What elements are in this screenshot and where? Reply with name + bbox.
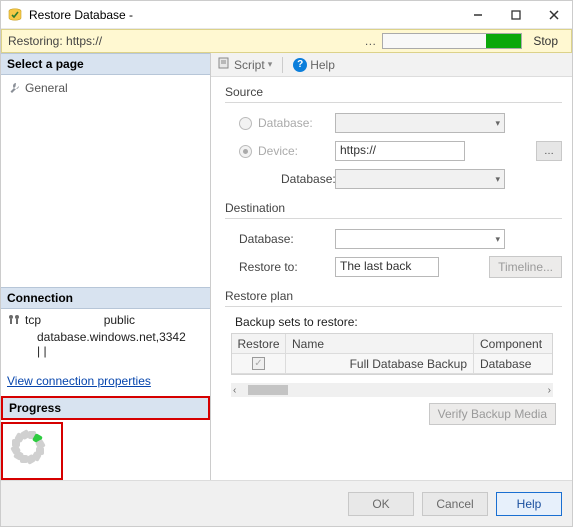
restoring-strip: Restoring: https:// … Stop xyxy=(1,29,572,53)
col-restore: Restore xyxy=(232,334,286,354)
source-device-textbox[interactable]: https:// xyxy=(335,141,465,161)
ok-button[interactable]: OK xyxy=(348,492,414,516)
browse-device-button[interactable]: … xyxy=(536,141,562,161)
col-component: Component xyxy=(474,334,552,354)
connection-header: Connection xyxy=(1,287,210,309)
minimize-button[interactable] xyxy=(460,5,496,25)
table-row[interactable]: Full Database Backup Database xyxy=(232,354,552,374)
source-inner-database-combo[interactable]: ▾ xyxy=(335,169,505,189)
chevron-down-icon: ▾ xyxy=(268,59,273,70)
ellipsis-icon: … xyxy=(364,34,376,48)
restore-to-value: The last back xyxy=(340,259,411,273)
progress-section: Progress xyxy=(1,396,210,480)
script-label: Script xyxy=(234,58,265,72)
help-button[interactable]: ? Help xyxy=(293,58,335,72)
source-inner-database-label: Database: xyxy=(225,172,335,186)
restore-to-textbox[interactable]: The last back xyxy=(335,257,439,277)
view-connection-properties-link[interactable]: View connection properties xyxy=(7,374,204,388)
scroll-thumb[interactable] xyxy=(248,385,288,395)
restore-plan-group: Restore plan Backup sets to restore: Res… xyxy=(225,289,562,425)
stop-button[interactable]: Stop xyxy=(526,32,565,50)
window-title: Restore Database - xyxy=(29,8,458,22)
col-name: Name xyxy=(286,334,474,354)
nav-item-general-label: General xyxy=(25,81,68,95)
left-pane: Select a page General Connection xyxy=(1,53,211,480)
destination-database-label: Database: xyxy=(225,232,335,246)
restore-plan-group-title: Restore plan xyxy=(225,289,562,307)
source-group: Source Database: ▾ Device: xyxy=(225,85,562,191)
progress-header: Progress xyxy=(3,398,208,418)
chevron-left-icon: ‹ xyxy=(233,385,236,396)
row-restore-checkbox[interactable] xyxy=(252,357,265,370)
source-database-radio xyxy=(239,117,252,130)
chevron-right-icon: › xyxy=(548,385,551,396)
script-button[interactable]: Script ▾ xyxy=(217,56,272,73)
source-database-label: Database: xyxy=(258,116,313,130)
source-device-value: https:// xyxy=(340,143,376,157)
connection-text-2: database.windows.net,3342 xyxy=(37,330,186,344)
connection-text-1a: tcp xyxy=(25,313,41,327)
help-footer-button[interactable]: Help xyxy=(496,492,562,516)
help-icon: ? xyxy=(293,58,307,72)
progress-spinner xyxy=(12,431,52,471)
close-button[interactable] xyxy=(536,5,572,25)
script-icon xyxy=(217,56,231,73)
source-device-label: Device: xyxy=(258,144,298,158)
dialog-footer: OK Cancel Help xyxy=(1,480,572,526)
restoring-progress-fill xyxy=(486,34,521,48)
restoring-message: Restoring: https:// xyxy=(8,34,358,48)
connection-text-1b: public xyxy=(104,313,135,327)
wrench-icon xyxy=(7,81,21,95)
timeline-button[interactable]: Timeline... xyxy=(489,256,562,278)
nav-item-general[interactable]: General xyxy=(7,79,204,97)
cancel-button[interactable]: Cancel xyxy=(422,492,488,516)
destination-group-title: Destination xyxy=(225,201,562,219)
help-label: Help xyxy=(310,58,335,72)
row-component: Database xyxy=(474,354,552,374)
connection-text-3: | | xyxy=(37,344,47,358)
row-name: Full Database Backup xyxy=(286,354,474,374)
destination-database-combo[interactable]: ▾ xyxy=(335,229,505,249)
source-database-combo: ▾ xyxy=(335,113,505,133)
source-group-title: Source xyxy=(225,85,562,103)
grid-hscrollbar[interactable]: ‹ › xyxy=(231,383,553,397)
source-device-radio xyxy=(239,145,252,158)
maximize-button[interactable] xyxy=(498,5,534,25)
grid-header: Restore Name Component xyxy=(232,334,552,354)
connection-body: tcp public database.windows.net,3342 | | xyxy=(1,309,210,362)
app-icon xyxy=(7,7,23,23)
progress-highlight-frame xyxy=(1,422,63,480)
server-icon xyxy=(7,313,21,330)
verify-backup-media-button[interactable]: Verify Backup Media xyxy=(429,403,556,425)
restoring-progressbar xyxy=(382,33,522,49)
destination-group: Destination Database: ▾ Restore to: The … xyxy=(225,201,562,279)
title-bar: Restore Database - xyxy=(1,1,572,29)
destination-restore-to-label: Restore to: xyxy=(225,260,335,274)
backup-sets-label: Backup sets to restore: xyxy=(225,315,562,329)
right-pane: Script ▾ ? Help Source Database: xyxy=(211,53,572,480)
select-page-header: Select a page xyxy=(1,53,210,75)
toolbar: Script ▾ ? Help xyxy=(211,53,572,77)
backup-sets-grid: Restore Name Component Full Database Bac… xyxy=(231,333,553,375)
